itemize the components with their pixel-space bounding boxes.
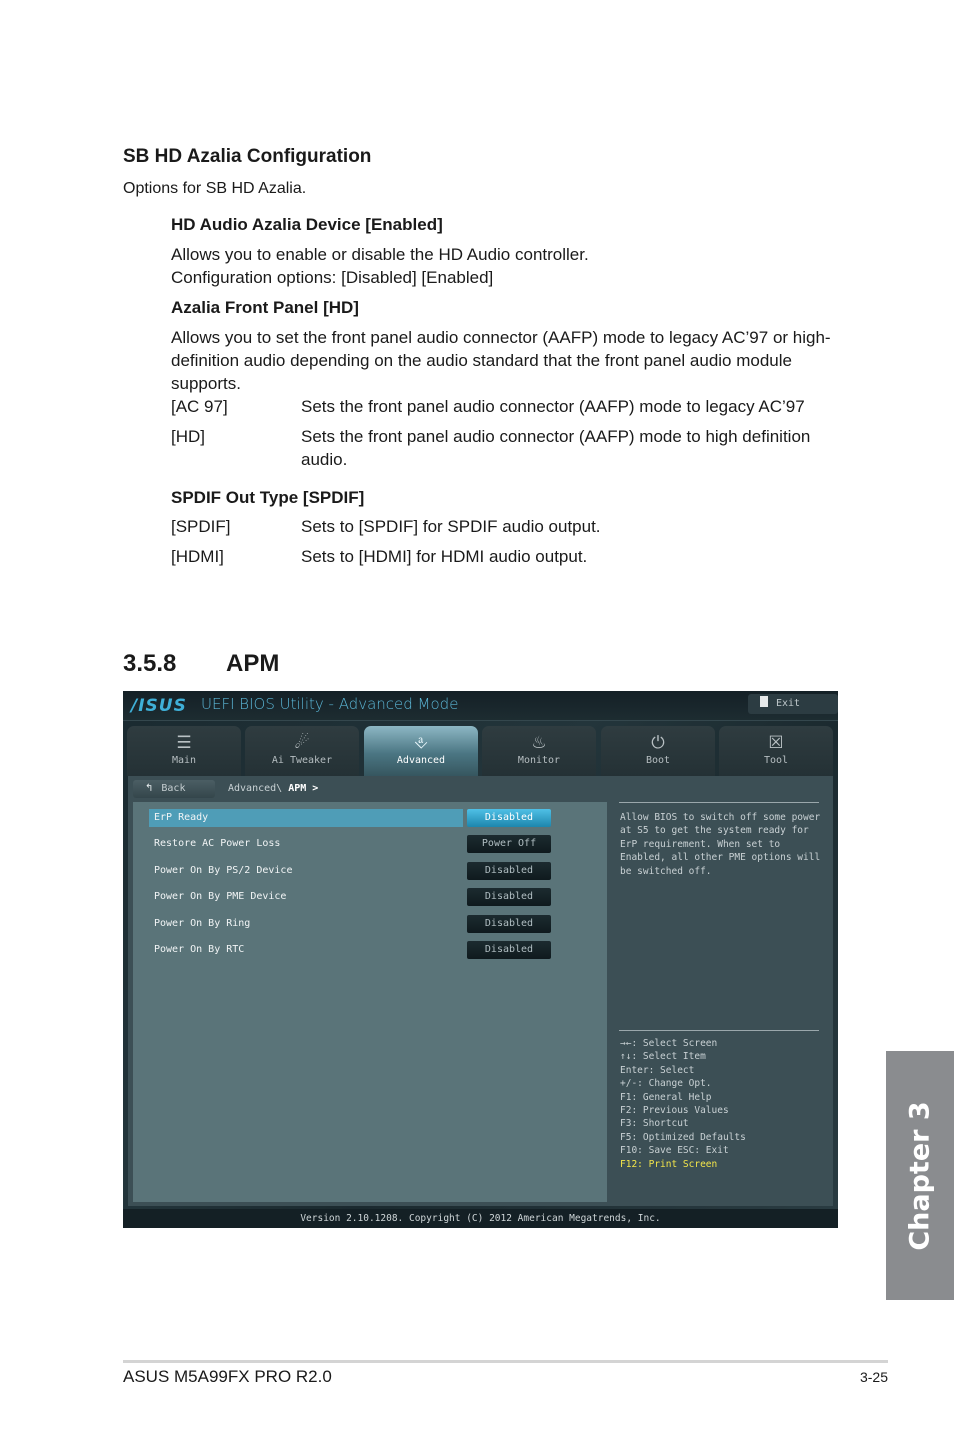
- option-key: [AC 97]: [171, 397, 228, 416]
- section-intro: Options for SB HD Azalia.: [123, 180, 307, 197]
- tab-label: Ai Tweaker: [271, 755, 333, 766]
- key-hint: Enter: Select: [620, 1064, 695, 1076]
- exit-label: Exit: [776, 698, 801, 709]
- option-key: [SPDIF]: [171, 517, 231, 536]
- key-hints: →←: Select Screen ↑↓: Select Item Enter:…: [620, 1037, 830, 1171]
- help-panel: Allow BIOS to switch off some power at S…: [610, 802, 833, 1202]
- list-icon: ☰: [176, 733, 192, 753]
- setting-name: ErP Ready: [149, 809, 463, 827]
- breadcrumb: Advanced\ APM >: [228, 783, 318, 794]
- tab-label: Monitor: [517, 755, 561, 766]
- apm-heading: 3.5.8 APM: [123, 650, 279, 678]
- setting-name: Power On By PME Device: [154, 891, 287, 902]
- breadcrumb-current: APM >: [288, 783, 319, 794]
- advanced-icon: ⎀: [414, 733, 428, 753]
- settings-panel: ErP Ready Disabled Restore AC Power Loss…: [133, 802, 607, 1202]
- option-desc: Sets the front panel audio connector (AA…: [301, 397, 805, 416]
- keys-divider: [619, 1030, 819, 1031]
- exit-button[interactable]: Exit: [748, 694, 838, 714]
- key-hint: +/-: Change Opt.: [620, 1078, 712, 1090]
- tab-label: Main: [171, 755, 197, 766]
- footer-product: ASUS M5A99FX PRO R2.0: [123, 1367, 332, 1386]
- setting-value-button[interactable]: Disabled: [467, 888, 551, 906]
- help-text: Allow BIOS to switch off some power at S…: [620, 812, 821, 877]
- setting-restore-ac-power-loss[interactable]: Restore AC Power Loss Power Off: [149, 835, 609, 853]
- option-desc: Sets the front panel audio connector (AA…: [301, 427, 811, 469]
- tab-boot[interactable]: ⏻ Boot: [601, 726, 715, 776]
- option-key: [HDMI]: [171, 547, 224, 566]
- setting-value-button[interactable]: Disabled: [467, 862, 551, 880]
- footer-divider: [123, 1360, 888, 1363]
- section-title: SB HD Azalia Configuration: [123, 146, 372, 167]
- exit-door-icon: [760, 696, 768, 707]
- item-description: Allows you to set the front panel audio …: [171, 328, 831, 393]
- key-hint-print-screen: F12: Print Screen: [620, 1158, 718, 1170]
- chapter-tab: Chapter 3: [886, 1051, 954, 1300]
- tab-label: Tool: [763, 755, 789, 766]
- bios-titlebar: /ISUS UEFI BIOS Utility - Advanced Mode …: [123, 691, 838, 721]
- bios-screenshot: /ISUS UEFI BIOS Utility - Advanced Mode …: [123, 691, 838, 1228]
- key-hint: ↑↓: Select Item: [620, 1051, 706, 1063]
- apm-heading-title: APM: [226, 650, 280, 677]
- key-hint: →←: Select Screen: [620, 1038, 718, 1049]
- back-label: Back: [161, 783, 186, 794]
- breadcrumb-parent[interactable]: Advanced\: [228, 783, 282, 794]
- bios-title: UEFI BIOS Utility - Advanced Mode: [201, 695, 459, 713]
- tab-label: Advanced: [396, 755, 446, 766]
- setting-power-on-ring[interactable]: Power On By Ring Disabled: [149, 915, 609, 933]
- tweaker-icon: ☄: [294, 733, 310, 753]
- setting-name: Restore AC Power Loss: [154, 838, 281, 849]
- setting-erp-ready[interactable]: ErP Ready Disabled: [149, 809, 609, 827]
- option-key: [HD]: [171, 427, 205, 446]
- tab-monitor[interactable]: ♨ Monitor: [482, 726, 596, 776]
- power-icon: ⏻: [651, 733, 665, 753]
- key-hint: F1: General Help: [620, 1091, 712, 1103]
- tab-tool[interactable]: ☒ Tool: [719, 726, 833, 776]
- setting-power-on-rtc[interactable]: Power On By RTC Disabled: [149, 941, 609, 959]
- page-number: 3-25: [859, 1369, 888, 1385]
- bios-body: ↰ Back Advanced\ APM > ErP Ready Disabled…: [128, 776, 833, 1206]
- apm-heading-number: 3.5.8: [123, 650, 177, 677]
- back-button[interactable]: ↰ Back: [133, 780, 215, 798]
- setting-value-button[interactable]: Power Off: [467, 835, 551, 853]
- setting-power-on-ps2[interactable]: Power On By PS/2 Device Disabled: [149, 862, 609, 880]
- setting-value-button[interactable]: Disabled: [467, 915, 551, 933]
- option-desc: Sets to [HDMI] for HDMI audio output.: [301, 547, 588, 566]
- item-title-front-panel: Azalia Front Panel [HD]: [171, 298, 359, 317]
- help-divider: [619, 802, 819, 803]
- option-desc: Sets to [SPDIF] for SPDIF audio output.: [301, 517, 601, 536]
- tab-advanced[interactable]: ⎀ Advanced: [364, 726, 478, 776]
- item-line: Allows you to enable or disable the HD A…: [171, 245, 589, 264]
- tab-main[interactable]: ☰ Main: [127, 726, 241, 776]
- setting-name: Power On By PS/2 Device: [154, 865, 293, 876]
- asus-logo: /ISUS: [131, 696, 187, 716]
- setting-name: Power On By RTC: [154, 944, 245, 955]
- tab-label: Boot: [645, 755, 671, 766]
- bios-tab-bar: ☰ Main ☄ Ai Tweaker ⎀ Advanced ♨ Monitor…: [127, 726, 834, 776]
- setting-name: Power On By Ring: [154, 918, 251, 929]
- bios-version-footer: Version 2.10.1208. Copyright (C) 2012 Am…: [123, 1209, 838, 1228]
- setting-value-button[interactable]: Disabled: [467, 809, 551, 827]
- setting-value-button[interactable]: Disabled: [467, 941, 551, 959]
- key-hint: F3: Shortcut: [620, 1118, 689, 1130]
- toolbox-icon: ☒: [768, 733, 784, 753]
- item-title-hd-audio: HD Audio Azalia Device [Enabled]: [171, 215, 443, 234]
- item-line: Configuration options: [Disabled] [Enabl…: [171, 268, 494, 287]
- setting-power-on-pme[interactable]: Power On By PME Device Disabled: [149, 888, 609, 906]
- thermometer-icon: ♨: [531, 733, 547, 753]
- key-hint: F10: Save ESC: Exit: [620, 1145, 729, 1157]
- chapter-label: Chapter 3: [904, 1100, 936, 1251]
- back-arrow-icon: ↰: [145, 783, 154, 794]
- key-hint: F5: Optimized Defaults: [620, 1131, 746, 1143]
- tab-ai-tweaker[interactable]: ☄ Ai Tweaker: [245, 726, 359, 776]
- item-title-spdif: SPDIF Out Type [SPDIF]: [171, 488, 365, 507]
- key-hint: F2: Previous Values: [620, 1105, 729, 1117]
